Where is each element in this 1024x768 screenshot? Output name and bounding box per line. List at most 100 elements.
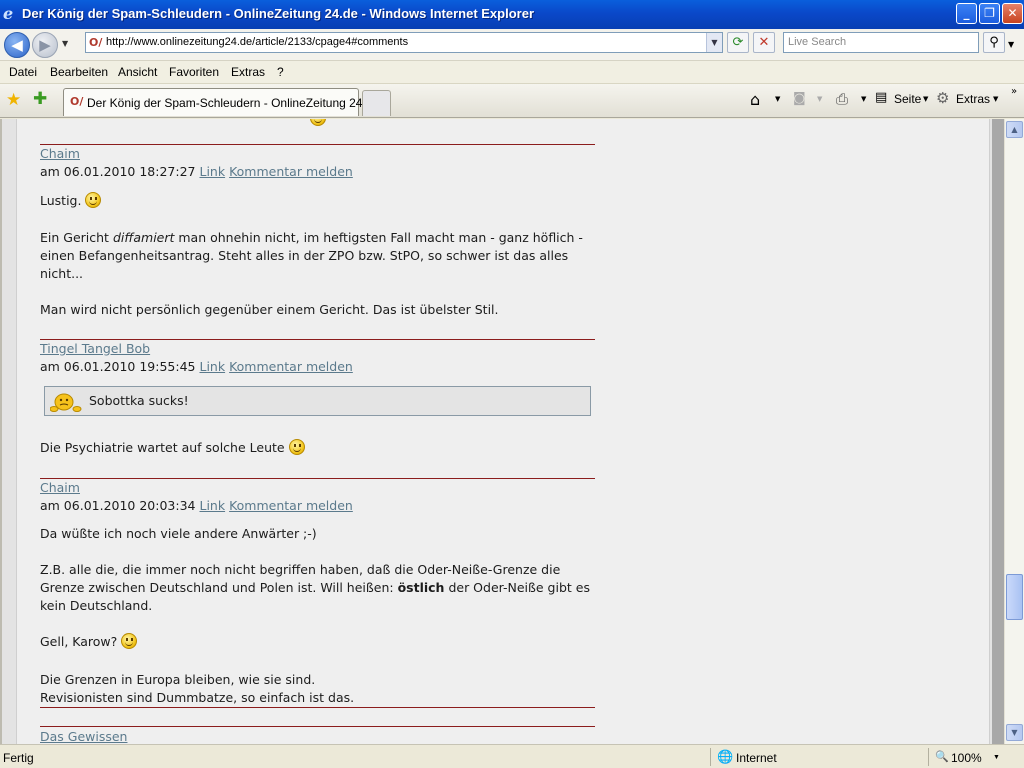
toolbar-overflow-icon[interactable]: » <box>1011 86 1017 97</box>
comment-text: Ein Gericht diffamiert man ohnehin nicht… <box>40 229 583 247</box>
comment-text-line: Z.B. alle die, die immer noch nicht begr… <box>40 562 561 577</box>
comment-text-line: Lustig. <box>40 193 82 208</box>
report-comment-link[interactable]: Kommentar melden <box>229 359 353 374</box>
gear-icon: ⚙ <box>936 89 950 107</box>
comment-date: am 06.01.2010 19:55:45 <box>40 359 196 374</box>
menu-bearbeiten[interactable]: Bearbeiten <box>50 65 108 79</box>
page-body <box>16 119 990 744</box>
new-tab-button[interactable] <box>362 90 391 116</box>
comment-date: am 06.01.2010 18:27:27 <box>40 164 196 179</box>
comment-author[interactable]: Tingel Tangel Bob <box>40 340 150 358</box>
comment-author[interactable]: Chaim <box>40 145 80 163</box>
home-icon[interactable]: ⌂ <box>750 90 760 109</box>
comment-divider <box>40 707 595 708</box>
comment-link[interactable]: Link <box>199 498 225 513</box>
scroll-down-button[interactable]: ▼ <box>1006 724 1023 741</box>
tab-active[interactable]: O/ Der König der Spam-Schleudern - Onlin… <box>63 88 379 116</box>
comment-author[interactable]: Das Gewissen <box>40 728 127 744</box>
comment-text-line: Grenze zwischen Deutschland und Polen is… <box>40 580 398 595</box>
close-button[interactable]: ✕ <box>1002 3 1023 24</box>
status-separator <box>710 748 711 766</box>
status-separator <box>928 748 929 766</box>
print-dropdown-icon[interactable]: ▼ <box>861 95 866 103</box>
comment-text-line: Da wüßte ich noch viele andere Anwärter … <box>40 526 317 541</box>
scroll-up-button[interactable]: ▲ <box>1006 121 1023 138</box>
status-bar: Fertig 🌐 Internet 🔍 100% ▼ <box>0 744 1024 768</box>
comment-text-line: Man wird nicht persönlich gegenüber eine… <box>40 302 499 317</box>
window-title: Der König der Spam-Schleudern - OnlineZe… <box>22 6 535 21</box>
security-zone[interactable]: Internet <box>736 751 777 765</box>
menu-favoriten[interactable]: Favoriten <box>169 65 219 79</box>
comment-text-line: man ohnehin nicht, im heftigsten Fall ma… <box>174 230 583 245</box>
menu-datei[interactable]: Datei <box>9 65 37 79</box>
comment-text: Gell, Karow? <box>40 633 138 651</box>
thinking-smiley-icon <box>50 393 82 412</box>
comment-divider <box>40 726 595 727</box>
vertical-scrollbar[interactable]: ▲ ▼ <box>1004 119 1024 744</box>
zoom-icon: 🔍 <box>935 751 949 763</box>
comment-meta: am 06.01.2010 19:55:45 Link Kommentar me… <box>40 358 353 376</box>
print-icon[interactable]: ⎙ <box>836 90 848 108</box>
stop-button[interactable]: ✕ <box>753 32 775 53</box>
address-toolbar: ◀ ▶ ▼ O/ http://www.onlinezeitung24.de/a… <box>0 29 1024 61</box>
emphasis-text: diffamiert <box>112 230 175 245</box>
status-text: Fertig <box>3 751 34 765</box>
favorites-star-icon[interactable]: ★ <box>6 90 21 110</box>
page-viewport: Chaim am 06.01.2010 18:27:27 Link Kommen… <box>0 119 1004 744</box>
refresh-button[interactable]: ⟳ <box>727 32 749 53</box>
report-comment-link[interactable]: Kommentar melden <box>229 498 353 513</box>
smiley-icon <box>121 633 138 649</box>
menu-help[interactable]: ? <box>277 65 284 79</box>
scrollbar-thumb[interactable] <box>1006 574 1023 620</box>
comment-divider <box>40 144 595 145</box>
history-dropdown-icon[interactable]: ▼ <box>62 39 68 48</box>
comment-text-line: kein Deutschland. <box>40 598 153 613</box>
tools-menu[interactable]: Extras <box>956 92 990 106</box>
feeds-icon[interactable]: ◙ <box>793 91 806 106</box>
menu-bar: Datei Bearbeiten Ansicht Favoriten Extra… <box>0 61 1024 84</box>
search-input[interactable]: Live Search <box>783 32 979 53</box>
comment-text: Die Psychiatrie wartet auf solche Leute <box>40 439 305 457</box>
address-dropdown-icon[interactable]: ▼ <box>706 33 722 52</box>
comment-date: am 06.01.2010 20:03:34 <box>40 498 196 513</box>
comment-quote: Sobottka sucks! <box>44 386 591 416</box>
feeds-dropdown-icon[interactable]: ▼ <box>817 95 822 103</box>
maximize-button[interactable]: ❐ <box>979 3 1000 24</box>
page-dropdown-icon[interactable]: ▼ <box>923 95 928 103</box>
comment-text-line: Die Psychiatrie wartet auf solche Leute <box>40 440 285 455</box>
comment-text: Lustig. <box>40 192 102 210</box>
comment-divider <box>40 478 595 479</box>
search-options-dropdown-icon[interactable]: ▼ <box>1008 40 1014 49</box>
site-favicon-icon: O/ <box>89 36 103 49</box>
smiley-icon <box>288 439 305 455</box>
comment-text: Grenze zwischen Deutschland und Polen is… <box>40 579 590 597</box>
title-bar: e Der König der Spam-Schleudern - Online… <box>0 0 1024 29</box>
minimize-button[interactable]: _ <box>956 3 977 24</box>
add-favorite-icon[interactable]: ✚ <box>33 89 47 109</box>
tab-label: Der König der Spam-Schleudern - OnlineZe… <box>87 96 380 110</box>
page-menu[interactable]: Seite <box>894 92 921 106</box>
zoom-dropdown-icon[interactable]: ▼ <box>993 754 1000 761</box>
address-field[interactable]: O/ http://www.onlinezeitung24.de/article… <box>85 32 723 53</box>
smiley-icon <box>85 192 102 208</box>
comment-meta: am 06.01.2010 20:03:34 Link Kommentar me… <box>40 497 353 515</box>
tab-bar: ★ ✚ O/ Der König der Spam-Schleudern - O… <box>0 84 1024 118</box>
zoom-level[interactable]: 100% <box>951 751 982 765</box>
tools-dropdown-icon[interactable]: ▼ <box>993 95 998 103</box>
menu-ansicht[interactable]: Ansicht <box>118 65 157 79</box>
comment-link[interactable]: Link <box>199 359 225 374</box>
home-dropdown-icon[interactable]: ▼ <box>775 95 780 103</box>
quote-text: Sobottka sucks! <box>89 393 189 408</box>
report-comment-link[interactable]: Kommentar melden <box>229 164 353 179</box>
comment-link[interactable]: Link <box>199 164 225 179</box>
menu-extras[interactable]: Extras <box>231 65 265 79</box>
comment-author[interactable]: Chaim <box>40 479 80 497</box>
globe-icon: 🌐 <box>717 749 734 764</box>
back-button[interactable]: ◀ <box>4 32 30 58</box>
url-text: http://www.onlinezeitung24.de/article/21… <box>106 36 409 48</box>
comment-text-line: der Oder-Neiße gibt es <box>444 580 590 595</box>
forward-button[interactable]: ▶ <box>32 32 58 58</box>
search-icon[interactable]: ⚲ <box>983 32 1005 53</box>
internet-explorer-icon: e <box>3 4 14 23</box>
comment-text-line: einen Befangenheitsantrag. Steht alles i… <box>40 248 569 263</box>
